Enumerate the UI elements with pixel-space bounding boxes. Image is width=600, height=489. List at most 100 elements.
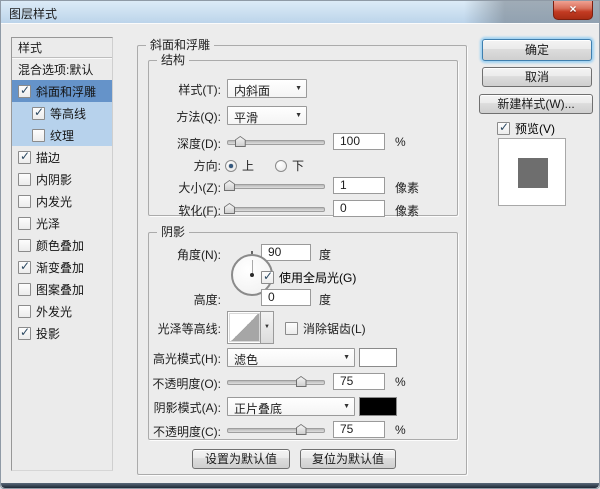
- close-button[interactable]: ×: [553, 1, 593, 20]
- depth-slider[interactable]: [227, 136, 325, 149]
- anti-alias-checkbox[interactable]: ✓: [285, 322, 298, 335]
- dial-center-dot: [250, 273, 254, 277]
- highlight-mode-select[interactable]: 滤色 ▼: [227, 348, 355, 367]
- depth-input[interactable]: 100: [333, 133, 385, 150]
- set-default-button[interactable]: 设置为默认值: [192, 449, 290, 469]
- shadow-opacity-label: 不透明度(C):: [153, 423, 221, 440]
- effect-checkbox[interactable]: ✓: [32, 129, 45, 142]
- effect-checkbox[interactable]: ✓: [18, 151, 31, 164]
- effect-checkbox[interactable]: ✓: [18, 85, 31, 98]
- effect-checkbox[interactable]: ✓: [18, 305, 31, 318]
- radio-icon[interactable]: [275, 160, 287, 172]
- list-item[interactable]: ✓ 渐变叠加: [12, 256, 112, 278]
- gloss-contour-row: 光泽等高线: ▼ ✓ 消除锯齿(L): [149, 311, 457, 347]
- depth-label: 深度(D):: [177, 135, 221, 152]
- depth-unit: %: [395, 135, 406, 149]
- shadow-color-swatch[interactable]: [359, 397, 397, 416]
- effect-checkbox[interactable]: ✓: [18, 217, 31, 230]
- list-item[interactable]: ✓ 等高线: [12, 102, 112, 124]
- slider-thumb[interactable]: [296, 424, 307, 435]
- highlight-opacity-slider[interactable]: [227, 376, 325, 389]
- effect-checkbox[interactable]: ✓: [18, 173, 31, 186]
- effect-checkbox[interactable]: ✓: [18, 195, 31, 208]
- direction-up-option[interactable]: 上: [225, 157, 254, 174]
- check-icon: ✓: [263, 269, 273, 283]
- list-item[interactable]: 混合选项:默认: [12, 58, 112, 80]
- effect-checkbox[interactable]: ✓: [18, 261, 31, 274]
- depth-row: 深度(D): 100 %: [149, 133, 457, 153]
- slider-thumb[interactable]: [224, 180, 235, 191]
- check-icon: ✓: [20, 259, 30, 273]
- effect-label: 斜面和浮雕: [36, 83, 96, 100]
- close-icon: ×: [569, 2, 576, 16]
- slider-track: [227, 184, 325, 189]
- effect-label: 光泽: [36, 215, 60, 232]
- dial-tick: [251, 251, 253, 254]
- altitude-input[interactable]: 0: [261, 289, 311, 306]
- size-unit: 像素: [395, 179, 419, 196]
- angle-input[interactable]: 90: [261, 244, 311, 261]
- size-input[interactable]: 1: [333, 177, 385, 194]
- soften-slider[interactable]: [227, 203, 325, 216]
- contour-dropdown-button[interactable]: ▼: [260, 312, 273, 343]
- direction-down-label: 下: [292, 157, 304, 174]
- effect-checkbox[interactable]: ✓: [32, 107, 45, 120]
- chevron-down-icon: ▼: [295, 85, 302, 92]
- cancel-button[interactable]: 取消: [482, 67, 592, 87]
- shadow-opacity-slider[interactable]: [227, 424, 325, 437]
- effect-checkbox[interactable]: ✓: [18, 327, 31, 340]
- effect-checkbox[interactable]: ✓: [18, 239, 31, 252]
- slider-thumb[interactable]: [224, 203, 235, 214]
- altitude-label: 高度:: [194, 291, 221, 308]
- list-item[interactable]: ✓ 内阴影: [12, 168, 112, 190]
- global-light-checkbox[interactable]: ✓: [261, 271, 274, 284]
- list-item[interactable]: ✓ 外发光: [12, 300, 112, 322]
- new-style-button[interactable]: 新建样式(W)...: [479, 94, 593, 114]
- ok-button[interactable]: 确定: [482, 39, 592, 61]
- reset-default-button[interactable]: 复位为默认值: [300, 449, 396, 469]
- list-item[interactable]: ✓ 纹理: [12, 124, 112, 146]
- list-item[interactable]: ✓ 光泽: [12, 212, 112, 234]
- style-select[interactable]: 内斜面 ▼: [227, 79, 307, 98]
- radio-icon[interactable]: [225, 160, 237, 172]
- size-slider[interactable]: [227, 180, 325, 193]
- list-item[interactable]: ✓ 描边: [12, 146, 112, 168]
- soften-label: 软化(F):: [178, 202, 221, 219]
- structure-title: 结构: [157, 53, 189, 67]
- shadow-mode-label: 阴影模式(A):: [154, 399, 221, 416]
- effect-checkbox[interactable]: ✓: [18, 283, 31, 296]
- global-light-option[interactable]: ✓ 使用全局光(G): [261, 269, 356, 286]
- effect-label: 颜色叠加: [36, 237, 84, 254]
- slider-thumb[interactable]: [235, 136, 246, 147]
- effect-label: 等高线: [50, 105, 86, 122]
- anti-alias-option[interactable]: ✓ 消除锯齿(L): [285, 320, 366, 337]
- list-item[interactable]: ✓ 颜色叠加: [12, 234, 112, 256]
- highlight-opacity-row: 不透明度(O): 75 %: [149, 373, 457, 393]
- shadow-mode-select[interactable]: 正片叠底 ▼: [227, 397, 355, 416]
- styles-list-header: 样式: [12, 38, 112, 58]
- list-item[interactable]: ✓ 投影: [12, 322, 112, 344]
- list-item[interactable]: ✓ 图案叠加: [12, 278, 112, 300]
- style-preview-thumbnail: [498, 138, 566, 206]
- chevron-down-icon: ▼: [343, 354, 350, 361]
- highlight-color-swatch[interactable]: [359, 348, 397, 367]
- direction-down-option[interactable]: 下: [275, 157, 304, 174]
- check-icon: ✓: [499, 120, 509, 134]
- shadow-mode-value: 正片叠底: [234, 400, 282, 417]
- shadow-opacity-input[interactable]: 75: [333, 421, 385, 438]
- contour-thumbnail-icon: [229, 313, 260, 342]
- list-item[interactable]: ✓ 内发光: [12, 190, 112, 212]
- technique-select[interactable]: 平滑 ▼: [227, 106, 307, 125]
- slider-thumb[interactable]: [296, 376, 307, 387]
- highlight-opacity-input[interactable]: 75: [333, 373, 385, 390]
- title-bar[interactable]: 图层样式 ×: [1, 1, 599, 23]
- preview-checkbox[interactable]: ✓: [497, 122, 510, 135]
- style-value: 内斜面: [234, 82, 270, 99]
- list-item[interactable]: ✓ 斜面和浮雕: [12, 80, 112, 102]
- preview-option[interactable]: ✓ 预览(V): [497, 120, 555, 137]
- soften-input[interactable]: 0: [333, 200, 385, 217]
- gloss-contour-picker[interactable]: ▼: [227, 311, 274, 344]
- effect-label: 描边: [36, 149, 60, 166]
- effect-label: 外发光: [36, 303, 72, 320]
- chevron-down-icon: ▼: [343, 403, 350, 410]
